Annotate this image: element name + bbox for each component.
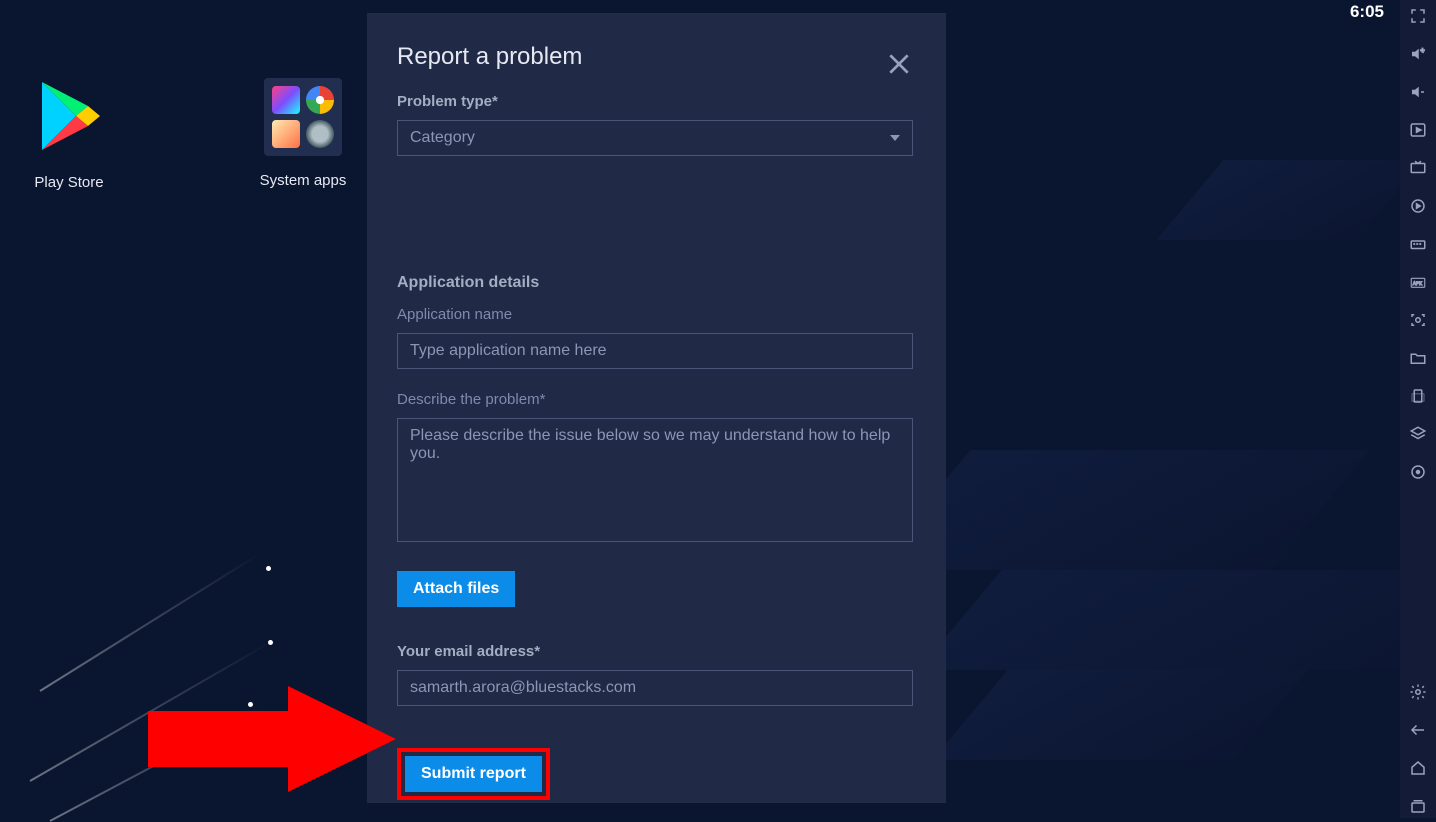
svg-text:+: +	[1420, 46, 1425, 55]
back-icon[interactable]	[1406, 718, 1430, 742]
rotate-icon[interactable]	[1406, 384, 1430, 408]
apk-icon[interactable]: APK	[1406, 270, 1430, 294]
gear-icon[interactable]	[1406, 680, 1430, 704]
category-select[interactable]: Category	[397, 120, 913, 156]
submit-highlight-annotation: Submit report	[397, 748, 550, 800]
keyboard-icon[interactable]	[1406, 232, 1430, 256]
folder-icon[interactable]	[1406, 346, 1430, 370]
problem-type-label: Problem type*	[397, 93, 916, 110]
chrome-icon	[306, 86, 334, 114]
screenshot-icon[interactable]	[1406, 308, 1430, 332]
fullscreen-icon[interactable]	[1406, 4, 1430, 28]
submit-report-button[interactable]: Submit report	[405, 756, 542, 792]
modal-title: Report a problem	[397, 43, 916, 71]
playstore-icon	[34, 141, 104, 158]
sysapps-label: System apps	[248, 172, 358, 189]
svg-text:APK: APK	[1413, 281, 1423, 287]
volume-down-icon[interactable]	[1406, 80, 1430, 104]
describe-label: Describe the problem*	[397, 391, 916, 408]
email-input[interactable]	[397, 670, 913, 706]
location-icon[interactable]	[1406, 460, 1430, 484]
layers-icon[interactable]	[1406, 422, 1430, 446]
email-label: Your email address*	[397, 643, 916, 660]
home-icon[interactable]	[1406, 756, 1430, 780]
background-shape	[932, 670, 1308, 760]
settings-icon	[306, 120, 334, 148]
background-streak	[39, 552, 261, 691]
desktop-icon-systemapps[interactable]: System apps	[248, 78, 358, 189]
report-problem-modal: Report a problem Problem type* Category …	[367, 13, 946, 803]
record-icon[interactable]	[1406, 194, 1430, 218]
folder-icon	[264, 78, 342, 156]
playstore-label: Play Store	[14, 174, 124, 191]
category-select-value: Category	[410, 129, 475, 147]
close-button[interactable]	[886, 51, 916, 81]
background-shape	[1156, 160, 1423, 240]
side-toolbar: + APK	[1400, 0, 1436, 818]
describe-textarea[interactable]	[397, 418, 913, 542]
desktop-icon-playstore[interactable]: Play Store	[14, 78, 124, 191]
attach-files-button[interactable]: Attach files	[397, 571, 515, 607]
app-details-heading: Application details	[397, 274, 916, 292]
red-arrow-annotation	[148, 686, 398, 792]
recent-icon[interactable]	[1406, 794, 1430, 818]
volume-up-icon[interactable]: +	[1406, 42, 1430, 66]
media-icon	[272, 86, 300, 114]
chevron-down-icon	[890, 135, 900, 141]
clock-time: 6:05	[1350, 2, 1384, 22]
app-name-input[interactable]	[397, 333, 913, 369]
app-name-label: Application name	[397, 306, 916, 323]
background-dot	[266, 566, 271, 571]
camera-icon	[272, 120, 300, 148]
tv-icon[interactable]	[1406, 156, 1430, 180]
play-icon[interactable]	[1406, 118, 1430, 142]
background-dot	[268, 640, 273, 645]
background-shape	[918, 570, 1436, 670]
